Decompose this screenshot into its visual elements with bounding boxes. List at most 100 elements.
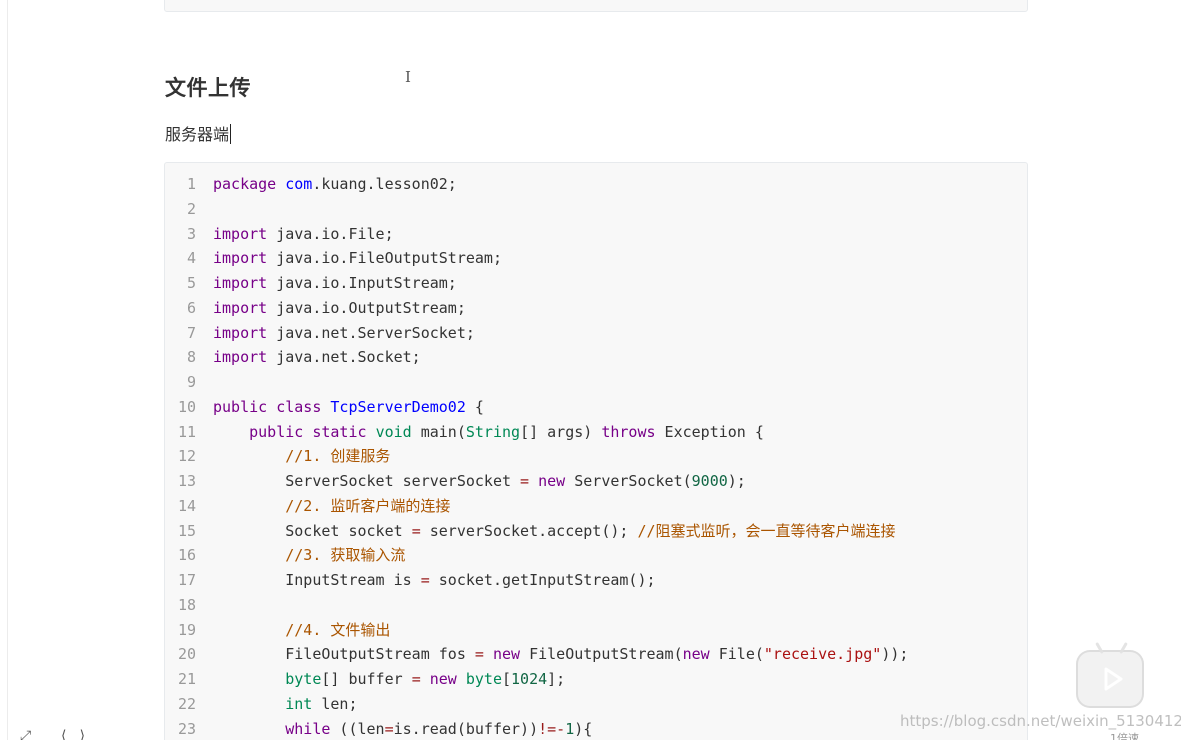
code-token: FileOutputStream( [520,645,683,664]
line-number: 20 [177,645,196,664]
line-number: 19 [177,620,196,639]
line-code: import java.net.Socket; [213,345,421,370]
code-token: import [213,224,268,243]
code-token: is.read(buffer)) [393,719,539,738]
code-line: 23 while ((len=is.read(buffer))!=-1){ [165,717,1027,740]
code-token: = [520,472,530,490]
code-token: ){ [574,719,593,738]
code-token: //阻塞式监听，会一直等待客户端连接 [637,521,896,540]
line-code: ServerSocket serverSocket = new ServerSo… [213,469,746,494]
line-code: //1. 创建服务 [213,444,390,469]
code-token: public [249,422,304,441]
code-block[interactable]: 1 package com.kuang.lesson02; 2 3 import jav… [164,162,1028,740]
code-token: throws [601,422,656,441]
code-line: 3 import java.io.File; [165,222,1027,247]
code-token: Socket socket [213,521,412,540]
line-code: FileOutputStream fos = new FileOutputStr… [213,642,908,667]
code-token: ServerSocket serverSocket [213,472,521,490]
code-token: )); [881,645,909,664]
text-caret [230,124,232,144]
line-code: import java.io.FileOutputStream; [213,246,502,271]
code-token: TcpServerDemo02 [330,397,466,416]
code-line: 16 //3. 获取输入流 [165,543,1027,568]
code-token: 1024 [511,670,548,688]
code-token: [ [502,670,512,688]
code-token: .kuang.lesson02; [312,175,457,193]
code-line: 1 package com.kuang.lesson02; [165,172,1027,197]
video-play-button[interactable] [1076,650,1144,708]
code-token: InputStream is [213,571,421,589]
subheading-server[interactable]: 服务器端 [165,121,232,145]
code-token: import [213,348,268,367]
code-token: java.io.FileOutputStream; [267,249,502,268]
code-line: 22 int len; [165,692,1027,717]
line-code: import java.io.File; [213,222,394,247]
code-token: { [465,397,484,416]
line-code: //3. 获取输入流 [213,543,405,568]
code-token: ((len [330,719,385,738]
code-token: !=- [538,719,566,738]
code-line: 17 InputStream is = socket.getInputStrea… [165,568,1027,593]
code-line: 7 import java.net.ServerSocket; [165,321,1027,346]
line-number: 17 [177,571,196,589]
code-line: 6 import java.io.OutputStream; [165,296,1027,321]
section-heading: 文件上传 [165,76,251,100]
code-token: void [375,422,412,441]
code-token: ]; [547,670,566,688]
code-token: File( [709,645,764,664]
code-line: 2 [165,197,1027,222]
line-number: 15 [177,521,196,540]
line-number: 9 [186,373,196,391]
code-token: serverSocket.accept(); [420,521,638,540]
code-token: main( [411,422,466,441]
editor-mode-icons[interactable]: ⤢ ⟨⟩ [20,728,97,740]
code-token: 9000 [691,472,728,490]
line-code: while ((len=is.read(buffer))!=-1){ [213,717,592,740]
code-line: 14 //2. 监听客户端的连接 [165,494,1027,519]
code-token: [] buffer [321,670,412,688]
line-number: 5 [186,274,196,292]
code-token: int [285,694,313,713]
code-token: new [492,645,521,664]
line-number: 21 [177,670,196,688]
code-token: = [384,719,394,738]
line-code: import java.net.ServerSocket; [213,321,475,346]
line-number: 12 [177,447,196,466]
line-code: int len; [213,692,358,717]
page: 文件上传 I 服务器端 1 package com.kuang.lesson02;… [0,0,1181,740]
code-token: ServerSocket( [565,472,692,490]
line-number: 1 [186,175,196,193]
code-token: com [285,175,313,193]
code-token: public [213,397,268,416]
code-line: 8 import java.net.Socket; [165,345,1027,370]
line-code: InputStream is = socket.getInputStream()… [213,568,656,593]
code-token: import [213,274,268,292]
line-number: 22 [177,694,196,713]
line-code: import java.io.InputStream; [213,271,457,296]
line-number: 23 [177,719,196,738]
code-token: String [465,422,521,441]
line-number: 3 [186,224,196,243]
code-token: [] args) [520,422,602,441]
line-number: 2 [186,199,196,218]
line-number: 16 [177,546,196,565]
playback-speed-label[interactable]: 1倍速 [1110,730,1139,740]
line-code: //2. 监听客户端的连接 [213,494,450,519]
subheading-text: 服务器端 [165,125,230,144]
code-token: //2. 监听客户端的连接 [285,496,451,515]
code-token: while [285,719,331,738]
line-code: //4. 文件输出 [213,618,390,643]
code-line: 5 import java.io.InputStream; [165,271,1027,296]
code-token: new [429,670,457,688]
code-token: len; [312,694,358,713]
code-token: socket.getInputStream(); [429,571,656,589]
